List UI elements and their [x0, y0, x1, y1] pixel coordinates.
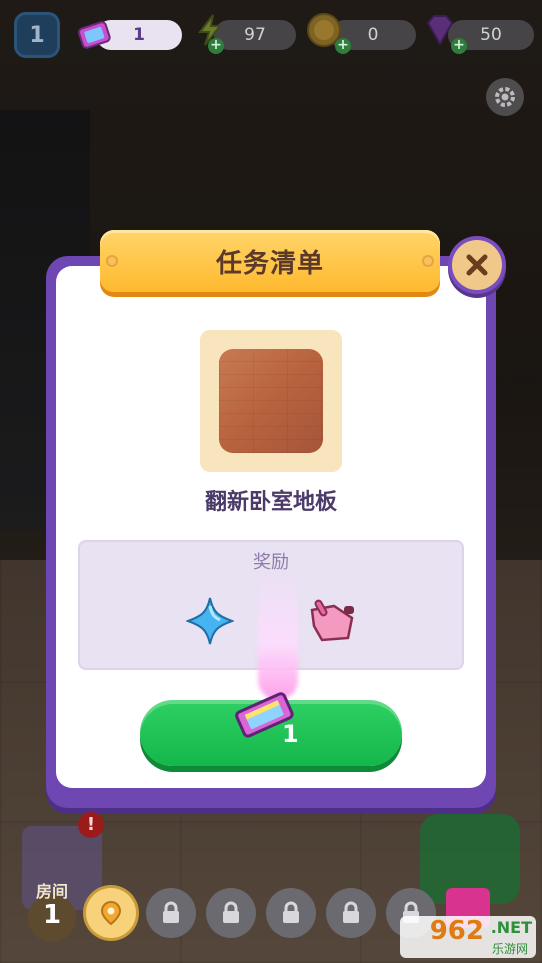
level-badge[interactable]: 1	[14, 12, 60, 58]
dialog-title-ribbon: 任务清单	[100, 230, 440, 292]
dialog-title: 任务清单	[215, 248, 324, 279]
settings-icon	[495, 87, 515, 107]
add-energy-icon[interactable]: +	[208, 38, 224, 54]
settings-button[interactable]	[486, 78, 524, 116]
task-name: 翻新卧室地板	[204, 490, 337, 515]
watermark-subtitle: 乐游网	[491, 942, 528, 956]
room-label: 房间	[36, 882, 69, 901]
button-cost-count: 1	[282, 720, 299, 748]
ribbon-right-bead	[424, 257, 432, 265]
ribbon-left-bead	[108, 257, 116, 265]
lock-icon	[283, 901, 299, 923]
coins-count: 0	[367, 25, 379, 45]
blue-star-icon	[186, 597, 234, 645]
level-number: 1	[29, 22, 45, 48]
lock-icon	[223, 901, 239, 923]
alert-badge-icon: !	[78, 812, 104, 838]
room-slot-current[interactable]	[86, 888, 136, 938]
wood-floor-image	[219, 349, 323, 453]
room-slot-locked[interactable]	[206, 888, 256, 938]
energy-count: 97	[244, 25, 266, 45]
map-pin-icon	[100, 900, 122, 926]
room-slot-locked[interactable]	[146, 888, 196, 938]
task-image-frame	[200, 330, 342, 472]
ticket-icon	[76, 16, 112, 52]
gems-count: 50	[480, 25, 502, 45]
close-button[interactable]	[452, 240, 502, 290]
pink-glove-icon	[310, 599, 354, 642]
add-gems-icon[interactable]: +	[451, 38, 467, 54]
tickets-count: 1	[133, 25, 145, 45]
watermark-brand: 962	[429, 916, 484, 946]
lock-icon	[343, 901, 359, 923]
room-slot-locked[interactable]	[266, 888, 316, 938]
room-slot-locked[interactable]	[326, 888, 376, 938]
room-number: 1	[42, 900, 62, 930]
watermark-domain: .NET	[490, 918, 532, 937]
close-icon	[466, 254, 488, 276]
add-coins-icon[interactable]: +	[335, 38, 351, 54]
lock-icon	[163, 901, 179, 923]
